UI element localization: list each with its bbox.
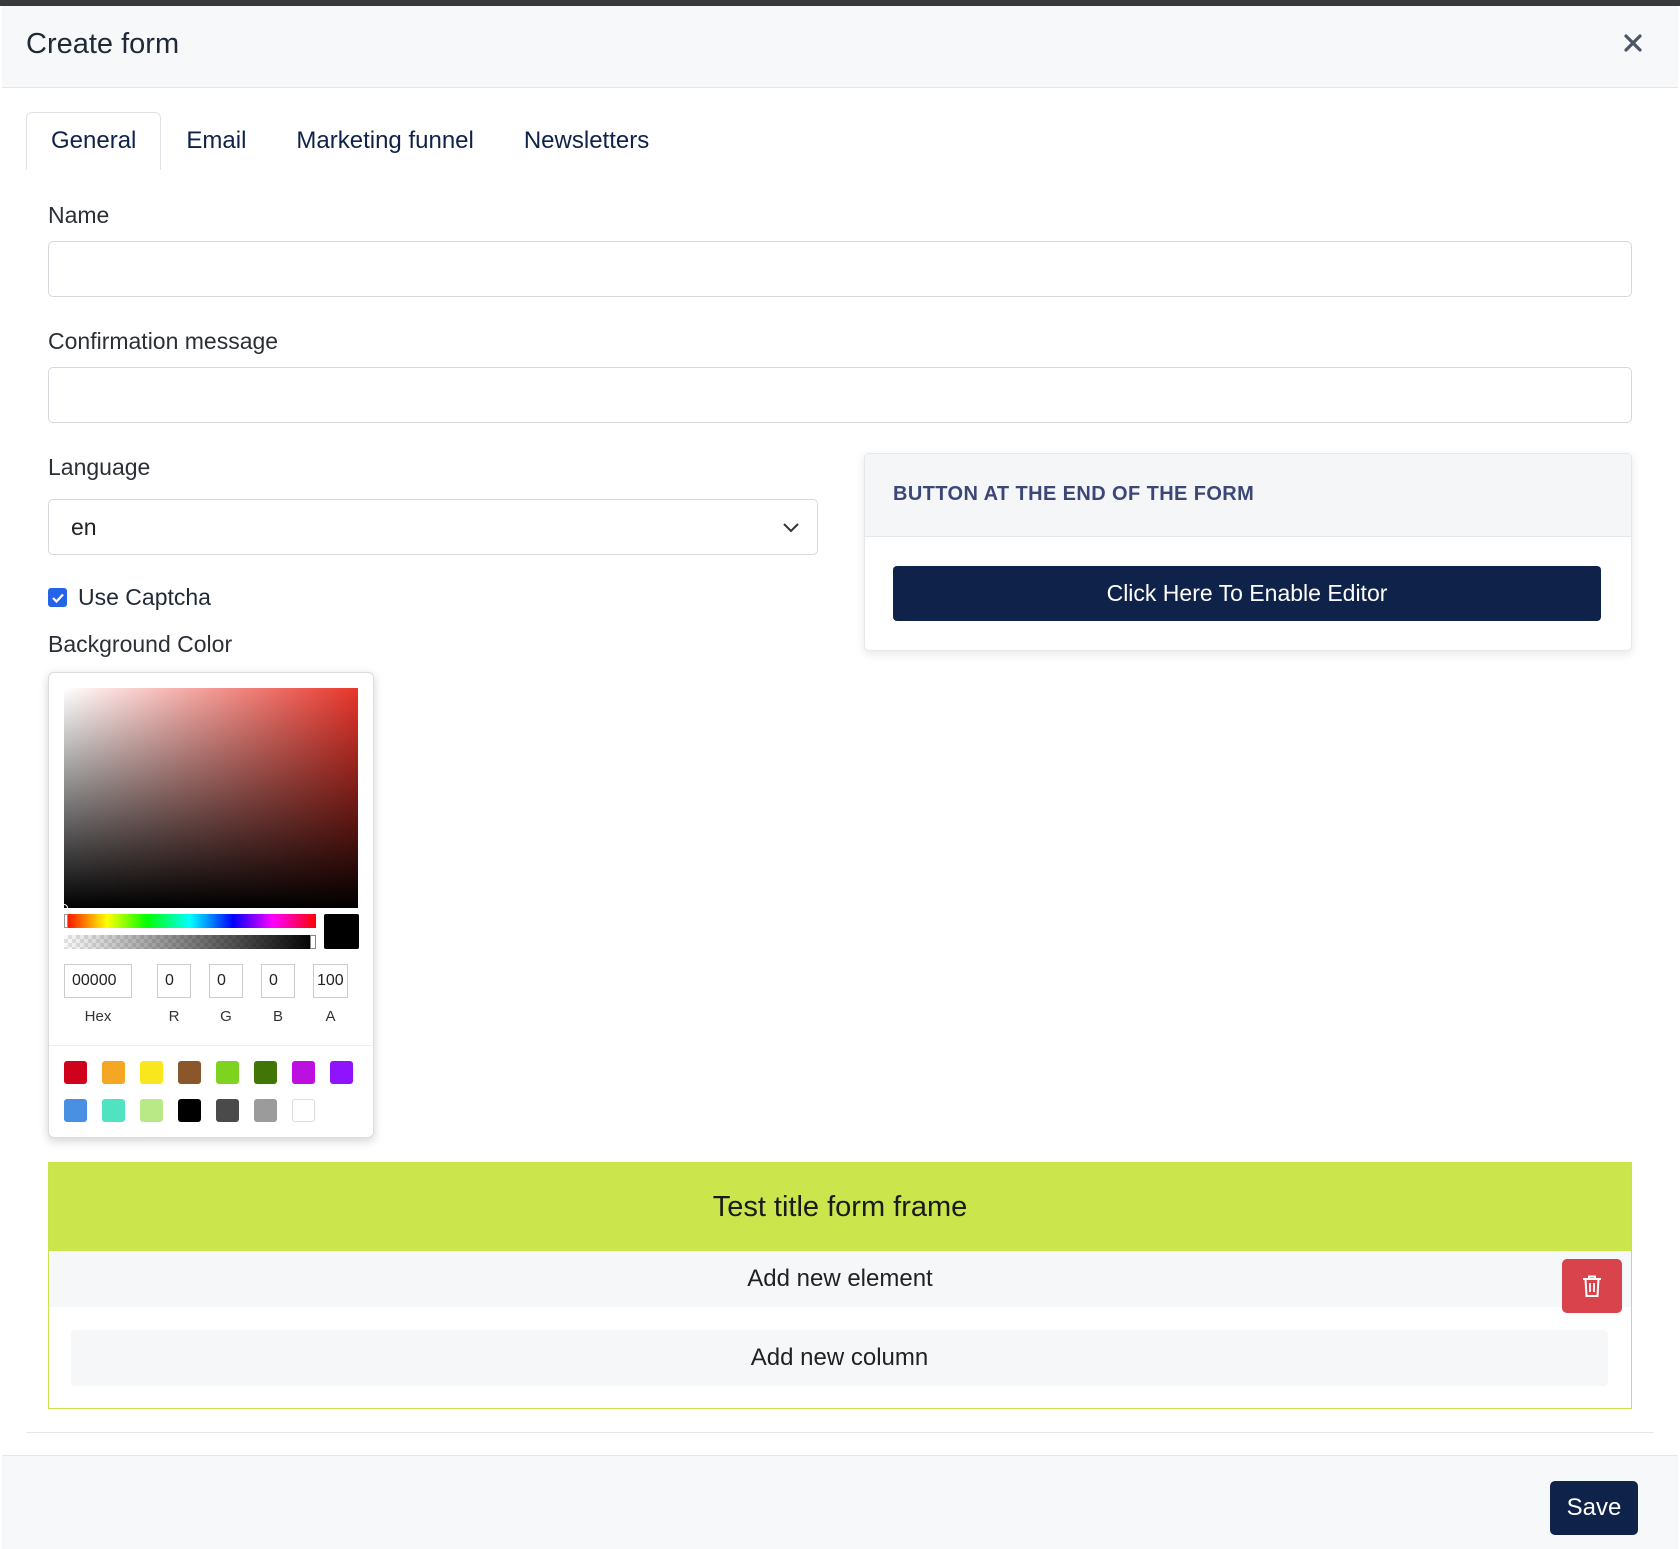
language-value: en [71,513,97,540]
blue-input[interactable]: 0 [261,964,295,998]
panel-title: BUTTON AT THE END OF THE FORM [893,483,1255,505]
background-color-label: Background Color [48,631,233,657]
form-frame-title[interactable]: Test title form frame [49,1163,1631,1251]
captcha-checkbox[interactable] [48,588,67,607]
preset-swatch[interactable] [140,1099,163,1122]
confirmation-label: Confirmation message [48,328,279,354]
saturation-handle[interactable] [60,904,68,912]
captcha-label: Use Captcha [78,584,211,610]
preset-swatch[interactable] [64,1099,87,1122]
saturation-area[interactable] [60,688,358,912]
green-input[interactable]: 0 [209,964,243,998]
tab-general[interactable]: General [26,112,162,170]
content-divider [26,1432,1654,1433]
tab-marketing-funnel[interactable]: Marketing funnel [271,112,498,170]
tab-bar: General Email Marketing funnel Newslette… [26,112,674,170]
name-input[interactable] [48,241,1632,297]
blue-label: B [272,1008,283,1025]
modal-footer: Save [2,1455,1678,1549]
check-icon [51,593,64,603]
delete-row-button[interactable] [1562,1259,1622,1313]
add-column-button[interactable]: Add new column [71,1330,1608,1386]
picker-divider [49,1045,373,1046]
color-picker: 00000 0 0 0 100 Hex R G B A [48,672,374,1138]
green-label: G [220,1008,232,1025]
hex-input[interactable]: 00000 [64,964,132,998]
preset-swatch[interactable] [178,1061,201,1084]
trash-icon [1583,1275,1601,1297]
hex-label: Hex [84,1008,112,1025]
tab-email[interactable]: Email [161,112,271,170]
captcha-row: Use Captcha [48,584,211,611]
preset-swatch[interactable] [254,1099,277,1122]
current-color-swatch [324,914,359,949]
preset-swatch[interactable] [292,1099,315,1122]
language-label: Language [48,454,151,480]
preset-swatch[interactable] [64,1061,87,1084]
preset-swatch[interactable] [292,1061,315,1084]
tab-newsletters[interactable]: Newsletters [499,112,674,170]
language-select[interactable]: en [48,499,818,555]
red-label: R [168,1008,180,1025]
alpha-input[interactable]: 100 [313,964,348,998]
alpha-label: A [325,1008,336,1025]
preset-swatch[interactable] [330,1061,353,1084]
preset-swatch[interactable] [102,1061,125,1084]
confirmation-input[interactable] [48,367,1632,423]
alpha-handle[interactable] [310,935,316,949]
modal-header: Create form [2,6,1678,88]
chevron-down-icon [783,523,799,533]
close-button[interactable] [1616,26,1650,60]
modal-title: Create form [26,28,180,60]
hue-handle[interactable] [64,914,68,928]
preset-swatch[interactable] [254,1061,277,1084]
add-element-button[interactable]: Add new element [49,1251,1631,1307]
panel-header: BUTTON AT THE END OF THE FORM [865,454,1631,537]
form-frame: Test title form frame Add new element Ad… [48,1162,1632,1409]
name-label: Name [48,202,110,228]
close-icon [1624,34,1642,52]
hue-slider[interactable] [64,914,316,928]
preset-swatch[interactable] [216,1061,239,1084]
red-input[interactable]: 0 [157,964,191,998]
preset-swatch[interactable] [216,1099,239,1122]
enable-editor-button[interactable]: Click Here To Enable Editor [893,566,1601,621]
preset-swatch[interactable] [178,1099,201,1122]
preset-swatch[interactable] [102,1099,125,1122]
create-form-modal: Create form General Email Marketing funn… [2,6,1678,1549]
save-button[interactable]: Save [1550,1481,1638,1535]
end-button-panel: BUTTON AT THE END OF THE FORM Click Here… [864,453,1632,651]
preset-swatch[interactable] [140,1061,163,1084]
alpha-slider[interactable] [64,935,316,949]
